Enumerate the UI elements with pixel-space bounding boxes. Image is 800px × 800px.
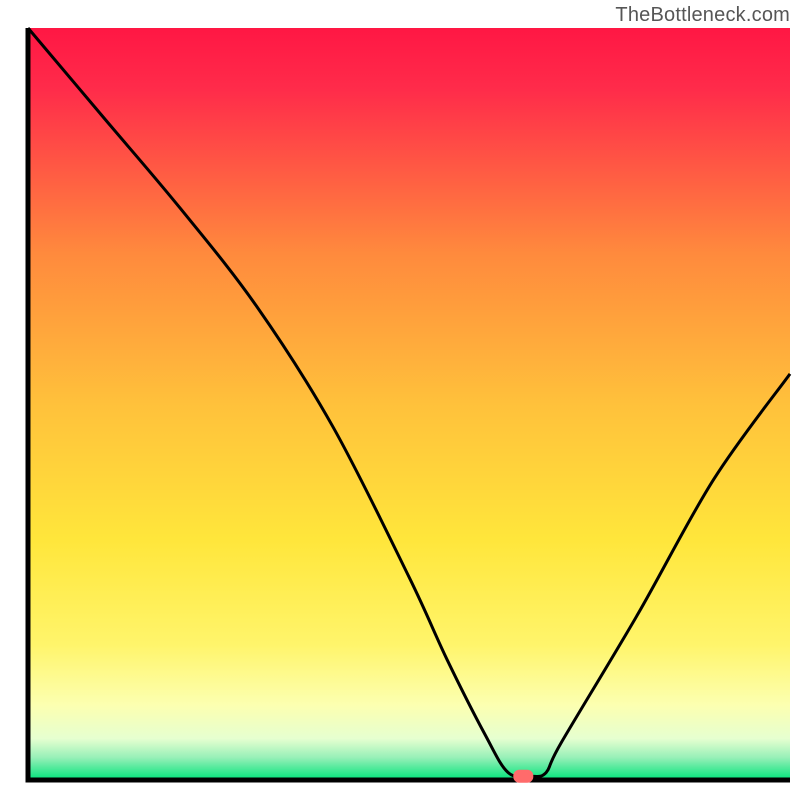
optimal-marker xyxy=(513,770,533,783)
bottleneck-chart xyxy=(0,0,800,800)
plot-background xyxy=(28,28,790,780)
watermark-text: TheBottleneck.com xyxy=(615,4,790,27)
chart-container: { "watermark": "TheBottleneck.com", "cha… xyxy=(0,0,800,800)
